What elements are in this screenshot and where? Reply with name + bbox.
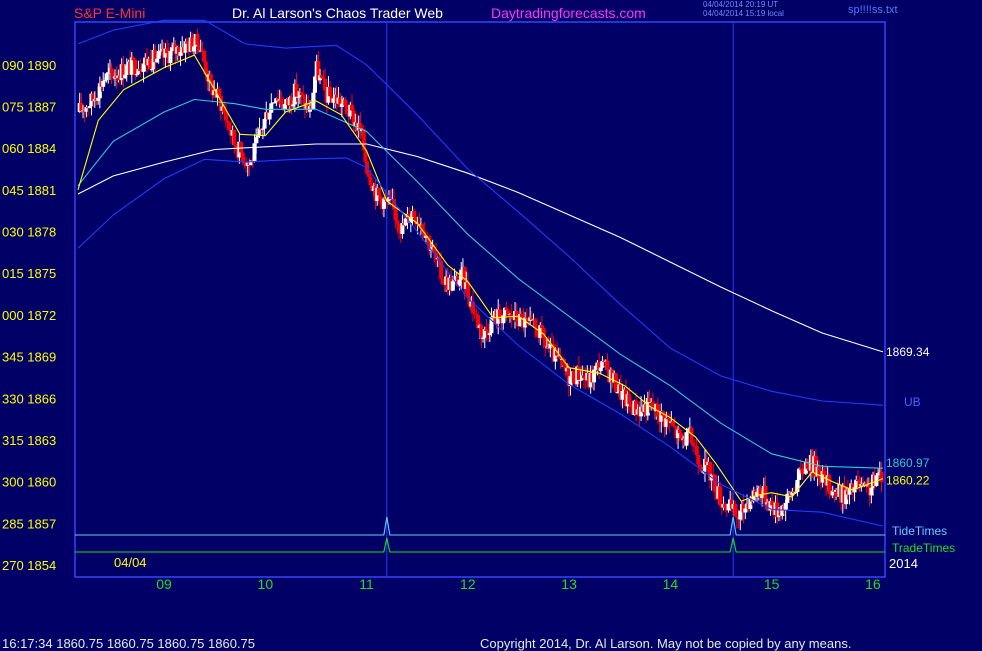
y-tick-label: 015 1875 xyxy=(2,266,56,281)
time-local: 04/04/2014 15:19 local xyxy=(703,9,784,18)
trade-times-label: TradeTimes xyxy=(892,541,955,555)
tide-times-line xyxy=(75,516,885,536)
y-tick-label: 300 1860 xyxy=(2,475,56,490)
x-tick-label: 13 xyxy=(561,576,577,592)
indicator-slow-average xyxy=(77,143,884,353)
tide-times-path xyxy=(75,516,885,536)
y-tick-label: 060 1884 xyxy=(2,141,56,156)
candle-body xyxy=(672,425,677,428)
indicator-label: 1869.34 xyxy=(886,345,930,359)
indicator-medium-average xyxy=(77,98,884,469)
candle-body xyxy=(269,103,274,113)
indicator-labels: 1869.34 1860.22 UB 1860.97 xyxy=(886,345,930,488)
y-tick-label: 345 1869 xyxy=(2,350,56,365)
x-tick-label: 16 xyxy=(865,576,881,592)
y-tick-label: 045 1881 xyxy=(2,183,56,198)
symbol-title: S&P E-Mini xyxy=(74,5,146,21)
y-tick-label: 285 1857 xyxy=(2,516,56,531)
x-tick-label: 10 xyxy=(258,576,274,592)
candlesticks xyxy=(77,28,884,531)
candle-body xyxy=(368,176,373,186)
indicator-label: 1860.97 xyxy=(886,456,930,470)
file-name: sp!!!!ss.txt xyxy=(848,4,898,16)
candle-body xyxy=(879,471,884,483)
tide-times-label: TideTimes xyxy=(892,524,947,538)
trade-times-line xyxy=(75,537,885,553)
x-tick-label: 12 xyxy=(460,576,476,592)
x-tick-label: 09 xyxy=(156,576,172,592)
time-lines xyxy=(386,22,734,577)
quote-readout: 16:17:34 1860.75 1860.75 1860.75 1860.75 xyxy=(2,636,256,651)
year-label: 2014 xyxy=(889,556,918,571)
x-axis-ticks: 09 10 11 12 13 14 15 16 xyxy=(156,576,881,592)
indicator-fast-average xyxy=(77,54,884,502)
x-tick-label: 15 xyxy=(764,576,780,592)
indicator-label: 1860.22 xyxy=(886,474,930,488)
indicator-label: UB xyxy=(904,395,921,409)
trade-times-path xyxy=(75,537,885,553)
copyright: Copyright 2014, Dr. Al Larson. May not b… xyxy=(480,636,852,651)
y-tick-label: 090 1890 xyxy=(2,58,56,73)
y-tick-label: 000 1872 xyxy=(2,308,56,323)
y-tick-label: 030 1878 xyxy=(2,225,56,240)
y-tick-label: 330 1866 xyxy=(2,391,56,406)
date-label: 04/04 xyxy=(114,555,147,570)
price-chart: 090 1890 075 1887 060 1884 045 1881 030 1878… xyxy=(2,19,955,592)
y-tick-label: 315 1863 xyxy=(2,433,56,448)
indicator-lines xyxy=(77,19,884,527)
y-tick-label: 270 1854 xyxy=(2,558,56,573)
x-tick-label: 11 xyxy=(359,576,374,592)
indicator-upper-band xyxy=(77,19,884,406)
site-title: Dr. Al Larson's Chaos Trader Web xyxy=(232,5,443,21)
candle-body xyxy=(267,112,272,120)
indicator-lower-band xyxy=(77,157,884,527)
site-link[interactable]: Daytradingforecasts.com xyxy=(491,5,646,21)
y-axis-ticks: 090 1890 075 1887 060 1884 045 1881 030 1878… xyxy=(2,58,56,573)
y-tick-label: 075 1887 xyxy=(2,99,56,114)
time-utc: 04/04/2014 20:19 UT xyxy=(703,0,779,9)
x-tick-label: 14 xyxy=(663,576,679,592)
